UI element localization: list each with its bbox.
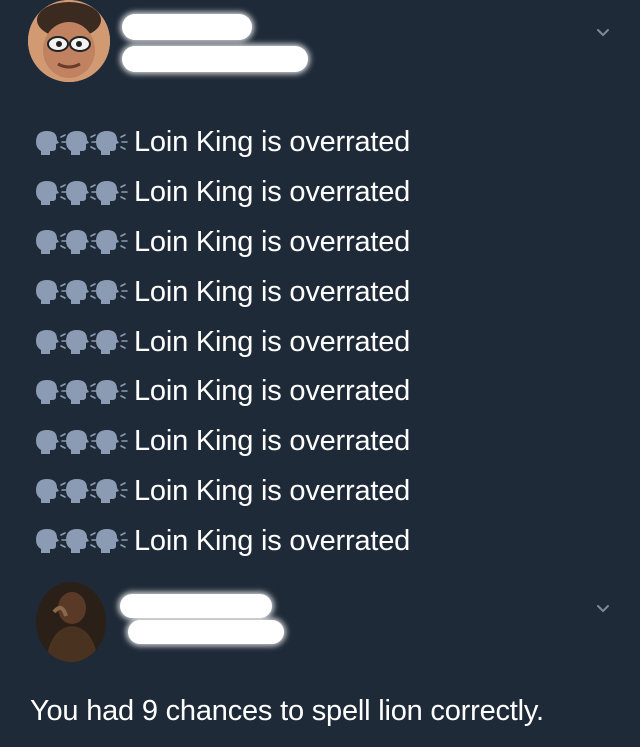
speaking-head-icon [96, 479, 128, 504]
post-line: Loin King is overrated [32, 516, 410, 566]
speaking-head-icon [96, 529, 128, 554]
redacted-username [122, 46, 308, 72]
reply-author-avatar[interactable] [36, 582, 106, 662]
speaking-head-icon [96, 280, 128, 305]
chevron-down-icon[interactable] [596, 26, 610, 40]
post-line: Loin King is overrated [32, 218, 410, 268]
post-line: Loin King is overrated [32, 417, 410, 467]
post-line-text: Loin King is overrated [134, 375, 411, 408]
speaking-head-icon [96, 130, 128, 155]
speaking-head-emoji-group [32, 227, 130, 257]
post-line: Loin King is overrated [32, 317, 410, 367]
speaking-head-emoji-group [32, 128, 130, 158]
speaking-head-emoji-group [32, 277, 130, 307]
post-line: Loin King is overrated [32, 367, 410, 417]
reply-text: You had 9 chances to spell lion correctl… [30, 695, 544, 727]
redacted-reply-display-name [120, 594, 272, 618]
redacted-reply-username [128, 620, 284, 644]
post-line-text: Loin King is overrated [134, 225, 411, 258]
post-line: Loin King is overrated [32, 467, 410, 517]
speaking-head-emoji-group [32, 377, 130, 407]
original-author-avatar[interactable] [28, 0, 110, 82]
speaking-head-emoji-group [32, 526, 130, 556]
cartoon-face-icon [28, 0, 110, 82]
chevron-down-icon[interactable] [596, 602, 610, 616]
speaking-head-icon [96, 180, 128, 205]
post-line-text: Loin King is overrated [134, 126, 411, 159]
speaking-head-icon [96, 429, 128, 454]
speaking-head-emoji-group [32, 327, 130, 357]
speaking-head-emoji-group [32, 178, 130, 208]
post-line: Loin King is overrated [32, 168, 410, 218]
speaking-head-emoji-group [32, 427, 130, 457]
post-line: Loin King is overrated [32, 267, 410, 317]
speaking-head-icon [96, 379, 128, 404]
post-line-text: Loin King is overrated [134, 176, 411, 209]
redacted-display-name [122, 14, 252, 40]
post-line-text: Loin King is overrated [134, 275, 411, 308]
post-line-text: Loin King is overrated [134, 325, 411, 358]
photo-portrait-icon [36, 582, 106, 662]
post-line: Loin King is overrated [32, 118, 410, 168]
speaking-head-icon [96, 330, 128, 355]
post-body: Loin King is overrated Loin King is overr… [32, 118, 410, 566]
post-line-text: Loin King is overrated [134, 474, 411, 507]
post-line-text: Loin King is overrated [134, 524, 411, 557]
original-post: Loin King is overrated Loin King is overr… [0, 0, 640, 560]
post-line-text: Loin King is overrated [134, 425, 411, 458]
speaking-head-icon [96, 230, 128, 255]
speaking-head-emoji-group [32, 476, 130, 506]
